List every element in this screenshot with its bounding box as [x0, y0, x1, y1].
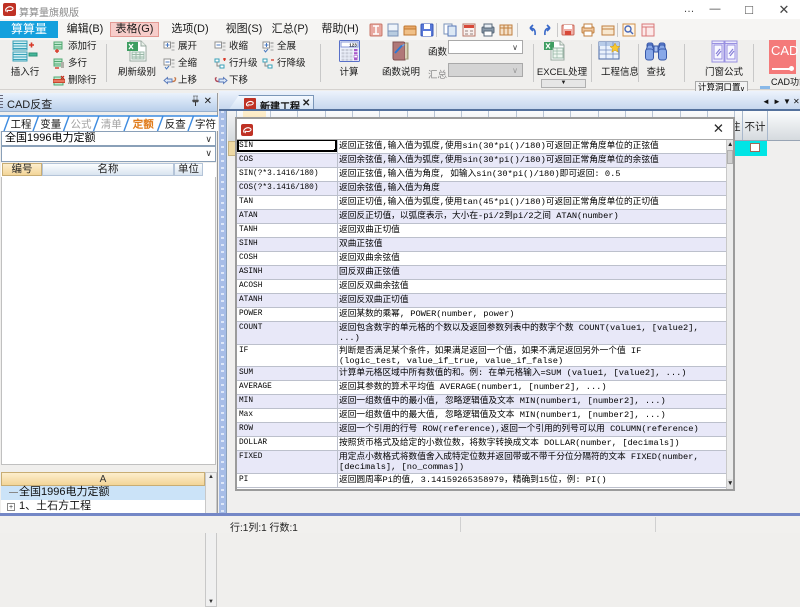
svg-text:变量: 变量	[40, 118, 61, 131]
svg-text:清单: 清单	[101, 118, 122, 131]
svg-text:工程: 工程	[11, 119, 32, 131]
svg-text:定额: 定额	[132, 118, 154, 131]
svg-text:公式: 公式	[71, 118, 92, 131]
svg-text:123: 123	[349, 42, 357, 47]
svg-text:反查: 反查	[165, 118, 186, 131]
svg-text:字符: 字符	[195, 118, 216, 131]
